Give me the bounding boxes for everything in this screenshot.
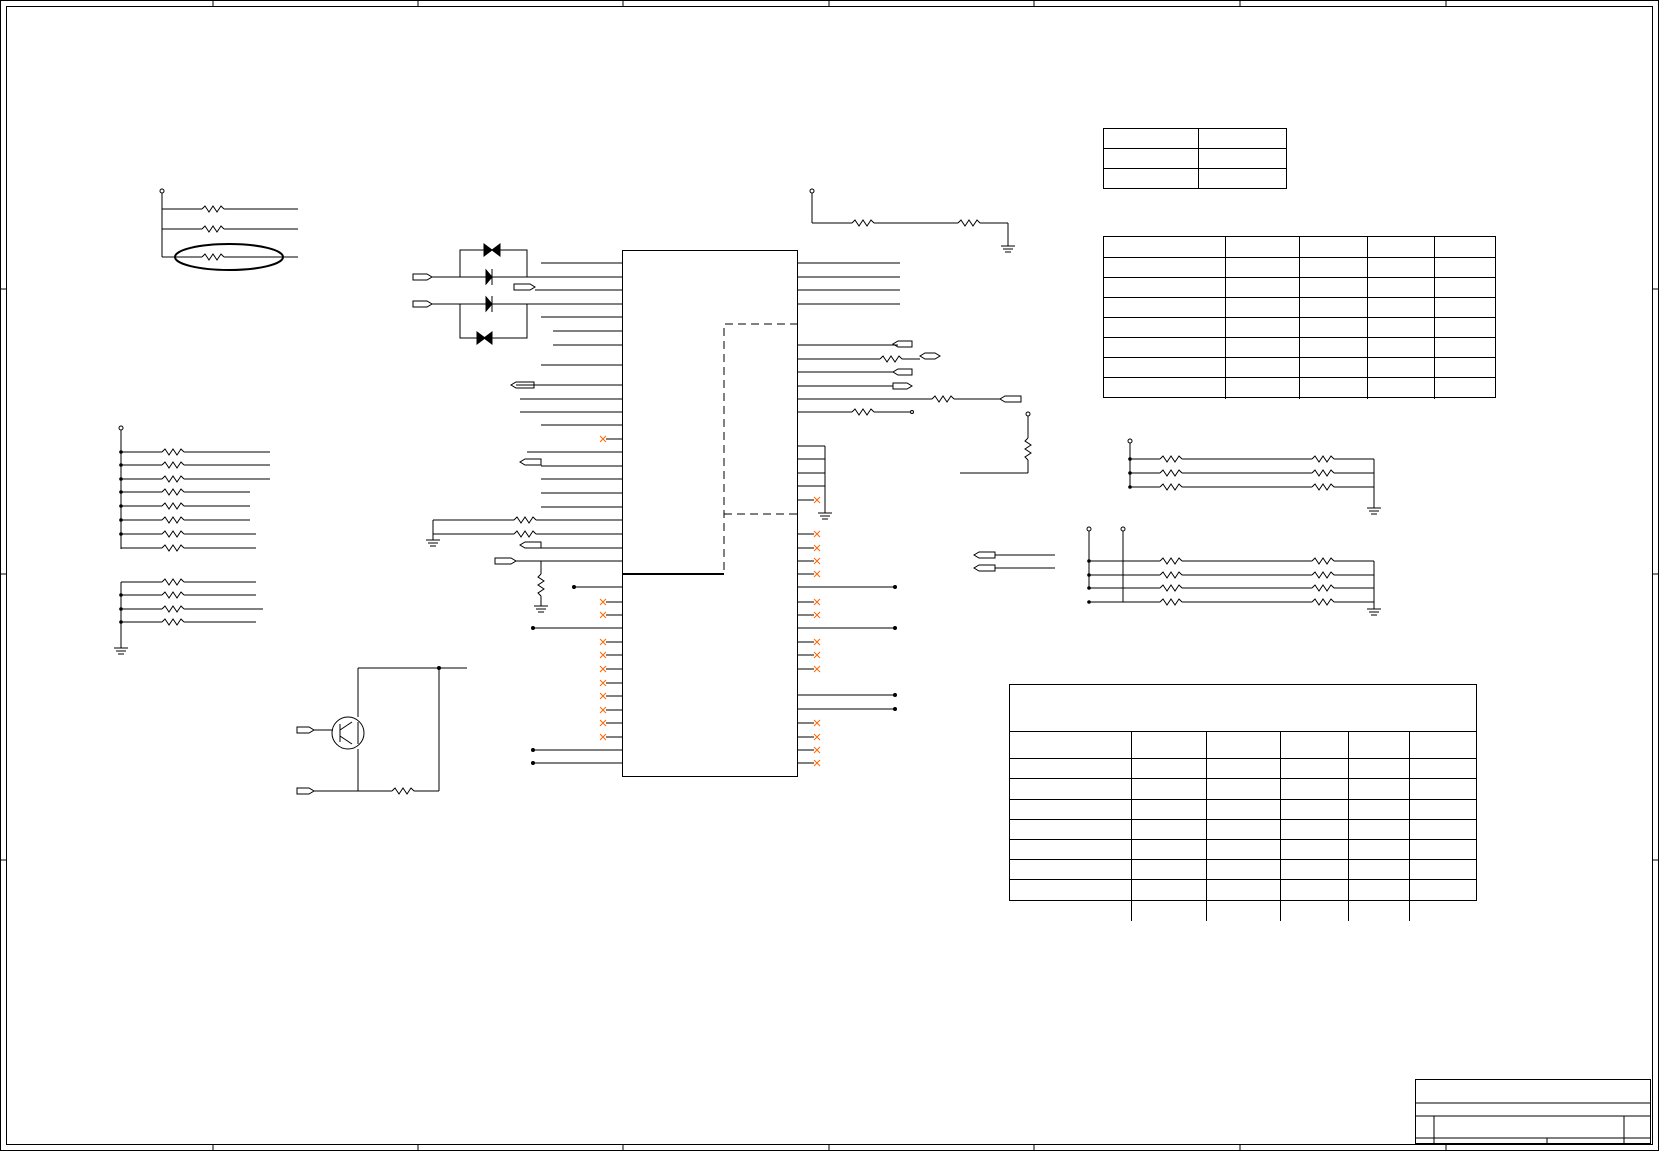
no-connect-mark bbox=[813, 496, 821, 504]
no-connect-mark bbox=[599, 706, 607, 714]
no-connect-mark bbox=[813, 598, 821, 606]
ic-right-connections bbox=[531, 188, 1032, 765]
resistor-group-right-upper bbox=[1127, 438, 1381, 515]
transistor-circuit bbox=[296, 666, 467, 795]
no-connect-mark bbox=[813, 719, 821, 727]
sheet-frame bbox=[0, 0, 1659, 1151]
no-connect-mark bbox=[599, 638, 607, 646]
ic-dashed-region bbox=[723, 323, 798, 574]
ic-left-connections bbox=[426, 283, 548, 613]
resistor-ladder-left bbox=[118, 425, 270, 552]
transistor-symbol bbox=[331, 716, 365, 750]
resistor-group-right-lower bbox=[973, 526, 1381, 616]
no-connect-mark bbox=[813, 759, 821, 767]
no-connect-mark bbox=[813, 544, 821, 552]
strap-table bbox=[1103, 128, 1287, 189]
no-connect-mark bbox=[813, 530, 821, 538]
config-table bbox=[1103, 236, 1496, 399]
pin-table bbox=[1009, 684, 1477, 921]
no-connect-mark bbox=[599, 651, 607, 659]
ic-body bbox=[622, 250, 798, 777]
no-connect-mark bbox=[599, 435, 607, 443]
no-connect-mark bbox=[813, 746, 821, 754]
no-connect-mark bbox=[599, 665, 607, 673]
no-connect-mark bbox=[813, 611, 821, 619]
schematic-sheet bbox=[0, 0, 1659, 1151]
no-connect-mark bbox=[813, 733, 821, 741]
no-connect-mark bbox=[599, 611, 607, 619]
diode-network bbox=[412, 243, 619, 345]
no-connect-mark bbox=[599, 733, 607, 741]
no-connect-mark bbox=[599, 598, 607, 606]
no-connect-mark bbox=[599, 692, 607, 700]
no-connect-mark bbox=[813, 651, 821, 659]
no-connect-mark bbox=[599, 679, 607, 687]
no-connect-mark bbox=[813, 665, 821, 673]
resistor-group-top-left bbox=[159, 188, 298, 271]
no-connect-mark bbox=[599, 719, 607, 727]
no-connect-mark bbox=[813, 638, 821, 646]
frame-zone-ticks bbox=[0, 0, 1659, 1151]
no-connect-mark bbox=[813, 557, 821, 565]
resistor-group-ground-left bbox=[114, 578, 263, 655]
title-block bbox=[1415, 1079, 1651, 1144]
no-connect-mark bbox=[813, 570, 821, 578]
